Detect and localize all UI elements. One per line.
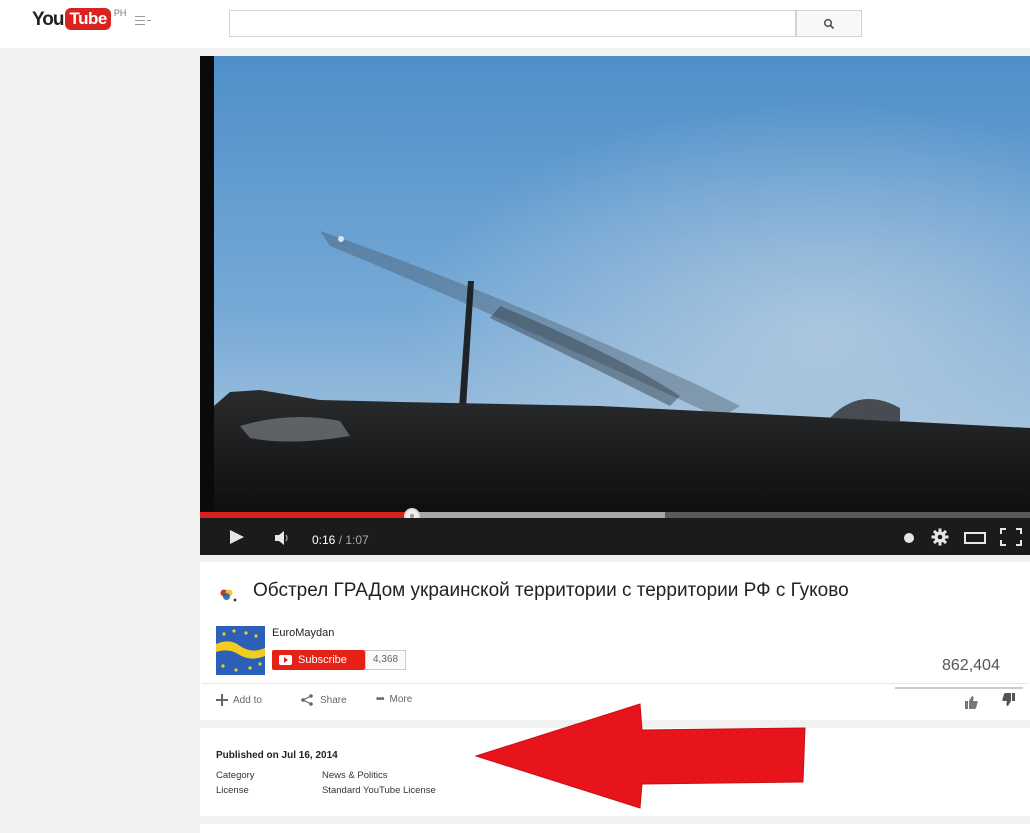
logo-you-text: You [32,9,65,30]
publish-date: Published on Jul 16, 2014 [216,750,338,761]
theater-mode-icon[interactable] [964,532,986,544]
share-button[interactable]: Share [301,694,347,706]
more-label: More [389,694,413,705]
video-frame[interactable] [200,56,1030,518]
logo-tube-text: Tube [65,8,111,30]
channel-name[interactable]: EuroMaydan [272,627,334,639]
youtube-logo[interactable]: You Tube PH [32,8,126,34]
divider [202,683,1028,684]
channel-avatar[interactable] [216,626,265,675]
like-ratio-bar [895,687,1023,689]
settings-icon[interactable] [931,528,949,546]
search-icon [823,18,835,30]
view-count: 862,404 [942,657,1000,674]
add-to-label: Add to [233,694,262,706]
search-input[interactable] [229,10,796,37]
fullscreen-icon[interactable] [1000,528,1022,546]
license-value: Standard YouTube License [322,785,436,796]
add-icon [216,694,228,706]
license-label: License [216,785,249,796]
video-player[interactable]: 0:16 / 1:07 [200,56,1030,555]
time-display: 0:16 / 1:07 [312,533,369,547]
masthead: You Tube PH [0,0,1030,48]
logo-country-code: PH [113,8,127,18]
current-time: 0:16 [312,533,336,547]
search-button[interactable] [796,10,862,37]
more-button[interactable]: ••• More [376,694,412,705]
duration: / 1:07 [338,533,369,547]
dislike-icon[interactable] [1002,693,1015,706]
badge-icon [220,589,237,602]
subscriber-count: 4,368 [365,650,406,670]
more-icon: ••• [376,694,384,705]
volume-icon[interactable] [274,531,290,545]
annotations-icon[interactable] [903,532,915,544]
video-title: Обстрел ГРАДом украинской территории с т… [253,580,849,601]
category-value[interactable]: News & Politics [322,770,387,781]
like-icon[interactable] [965,696,978,709]
annotation-arrow [474,703,806,809]
share-icon [301,694,313,706]
subscribe-button[interactable]: Subscribe [272,650,365,670]
category-label: Category [216,770,255,781]
add-to-button[interactable]: Add to [216,694,262,706]
play-icon[interactable] [228,529,246,545]
next-card [200,824,1030,833]
share-label: Share [320,694,347,706]
guide-menu-icon[interactable] [135,16,153,28]
youtube-play-icon [279,655,292,665]
subscribe-label: Subscribe [298,654,347,666]
